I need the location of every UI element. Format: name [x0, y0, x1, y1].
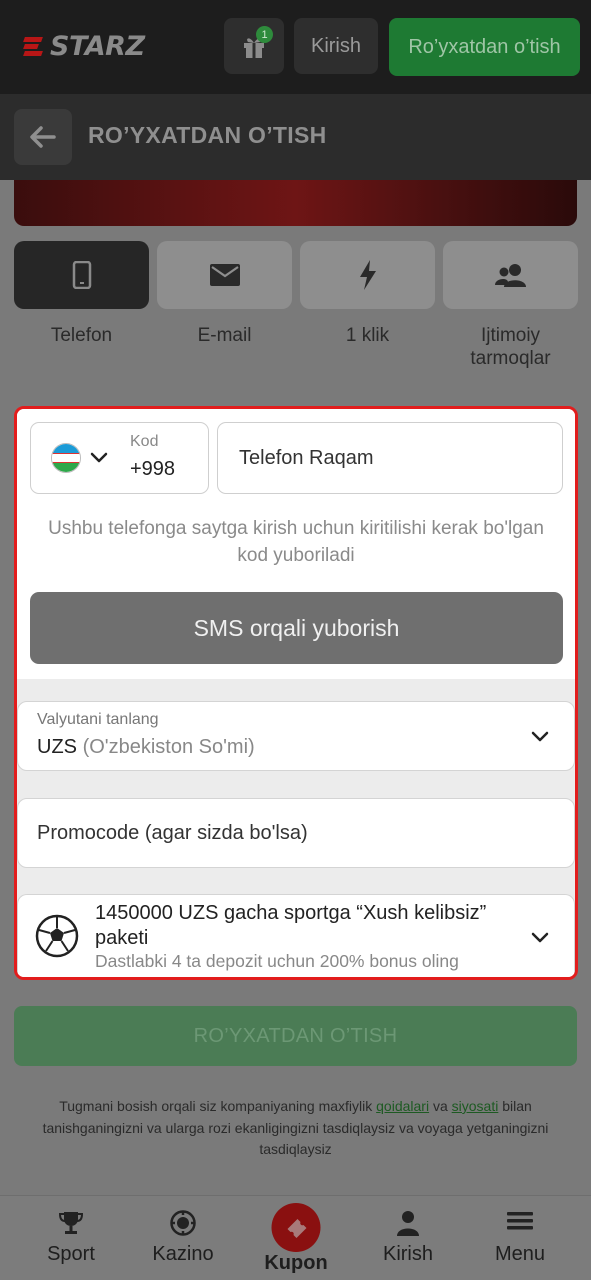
arrow-left-icon — [30, 126, 56, 148]
currency-select[interactable]: Valyutani tanlang UZS (O'zbekiston So'mi… — [17, 701, 575, 771]
page-header: RO’YXATDAN O’TISH — [0, 94, 591, 180]
login-button[interactable]: Kirish — [294, 18, 378, 74]
bonus-select[interactable]: 1450000 UZS gacha sportga “Xush kelibsiz… — [17, 894, 575, 977]
nav-sport-label: Sport — [47, 1243, 95, 1265]
tab-email-label: E-mail — [197, 325, 252, 346]
rules-link[interactable]: qoidalari — [376, 1098, 429, 1114]
nav-sport[interactable]: Sport — [12, 1196, 130, 1280]
logo-mark-icon — [23, 35, 48, 57]
lightning-icon — [359, 260, 376, 290]
logo-text: STARZ — [50, 30, 145, 62]
ticket-icon — [287, 1218, 306, 1238]
phone-icon — [72, 261, 91, 289]
terms-text: Tugmani bosish orqali siz kompaniyaning … — [18, 1096, 573, 1161]
nav-kirish[interactable]: Kirish — [349, 1196, 467, 1280]
nav-kazino-label: Kazino — [152, 1243, 214, 1265]
kupon-badge — [271, 1203, 321, 1252]
casino-chip-icon — [170, 1210, 196, 1236]
users-icon — [494, 264, 526, 287]
user-icon — [397, 1211, 419, 1236]
hamburger-icon — [507, 1212, 533, 1230]
send-sms-button[interactable]: SMS orqali yuborish — [30, 592, 563, 664]
currency-code: UZS — [37, 736, 77, 758]
bottom-nav: Sport Kazino Kupon Kirish Menu — [0, 1195, 591, 1280]
tab-social[interactable] — [443, 241, 578, 309]
nav-menu-label: Menu — [494, 1243, 546, 1265]
nav-menu[interactable]: Menu — [461, 1196, 579, 1280]
phone-number-input[interactable]: Telefon Raqam — [217, 422, 563, 494]
top-header: STARZ 1 Kirish Ro’yxatdan o’tish — [0, 0, 591, 94]
code-value: +998 — [130, 458, 176, 480]
gift-count-badge: 1 — [256, 26, 273, 43]
code-label: Kod — [130, 433, 159, 450]
registration-form: Kod +998 Telefon Raqam Ushbu telefonga s… — [14, 406, 578, 980]
tab-phone-label: Telefon — [50, 325, 113, 346]
uzbekistan-flag-icon — [51, 443, 81, 473]
terms-part: va — [429, 1098, 452, 1114]
register-header-button[interactable]: Ro’yxatdan o’tish — [389, 18, 580, 76]
phone-section: Kod +998 Telefon Raqam Ushbu telefonga s… — [17, 409, 575, 679]
terms-part: Tugmani bosish orqali siz kompaniyaning … — [59, 1098, 377, 1114]
tab-phone[interactable] — [14, 241, 149, 309]
soccer-ball-icon — [35, 914, 79, 958]
chevron-down-icon — [90, 452, 108, 463]
trophy-icon — [58, 1212, 84, 1234]
tab-social-label: Ijtimoiy tarmoqlar — [470, 325, 551, 369]
nav-kazino[interactable]: Kazino — [124, 1196, 242, 1280]
policy-link[interactable]: siyosati — [452, 1098, 499, 1114]
sms-hint-text: Ushbu telefonga saytga kirish uchun kiri… — [48, 518, 544, 566]
chevron-down-icon — [531, 731, 549, 742]
tab-email[interactable] — [157, 241, 292, 309]
nav-kirish-label: Kirish — [382, 1243, 433, 1265]
chevron-down-icon — [531, 932, 549, 943]
currency-value: UZS (O'zbekiston So'mi) — [37, 736, 255, 759]
promocode-input[interactable]: Promocode (agar sizda bo'lsa) — [17, 798, 575, 868]
nav-kupon-label: Kupon — [264, 1252, 328, 1274]
bonus-title: 1450000 UZS gacha sportga “Xush kelibsiz… — [95, 902, 487, 949]
gift-button[interactable]: 1 — [224, 18, 284, 74]
currency-name: (O'zbekiston So'mi) — [82, 736, 255, 758]
bonus-subtitle: Dastlabki 4 ta depozit uchun 200% bonus … — [95, 951, 459, 971]
tab-one-click-label: 1 klik — [345, 325, 390, 346]
page-title: RO’YXATDAN O’TISH — [88, 122, 327, 148]
back-button[interactable] — [14, 109, 72, 165]
country-code-select[interactable]: Kod +998 — [30, 422, 209, 494]
currency-label: Valyutani tanlang — [37, 711, 159, 728]
envelope-icon — [209, 264, 240, 286]
register-submit-button[interactable]: RO’YXATDAN O’TISH — [14, 1006, 577, 1066]
tab-one-click[interactable] — [300, 241, 435, 309]
nav-kupon[interactable]: Kupon — [237, 1196, 355, 1280]
logo[interactable]: STARZ — [23, 30, 145, 62]
promo-banner-image — [14, 180, 577, 226]
